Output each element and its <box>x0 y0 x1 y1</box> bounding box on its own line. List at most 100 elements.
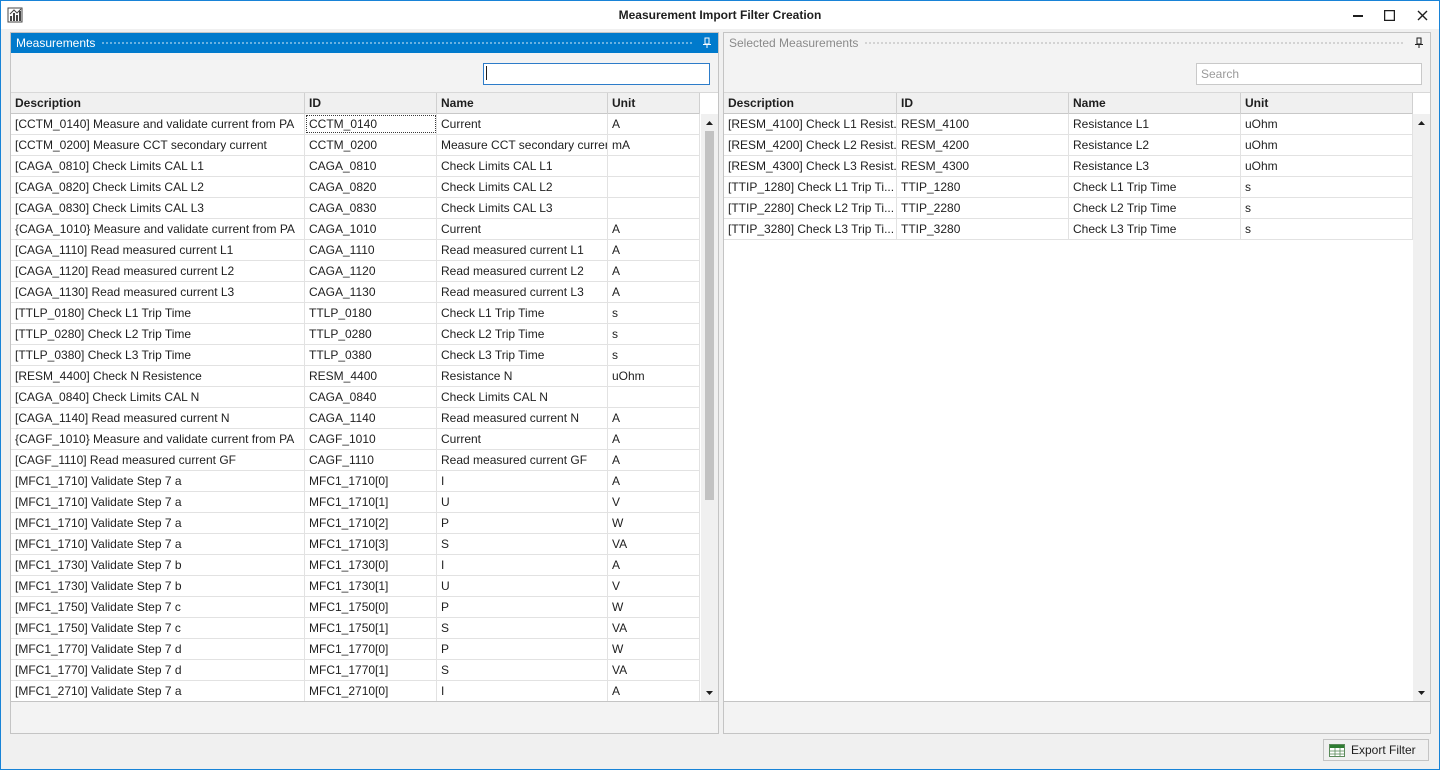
name-cell[interactable]: S <box>437 660 608 680</box>
id-cell[interactable]: TTIP_3280 <box>897 219 1069 239</box>
name-cell[interactable]: S <box>437 534 608 554</box>
name-cell[interactable]: Read measured current L2 <box>437 261 608 281</box>
description-cell[interactable]: [CAGF_1110] Read measured current GF <box>11 450 305 470</box>
id-cell[interactable]: CCTM_0200 <box>305 135 437 155</box>
table-row[interactable]: [TTIP_1280] Check L1 Trip Ti... TTIP_1280… <box>724 177 1413 198</box>
column-header-unit[interactable]: Unit <box>1241 93 1413 114</box>
scroll-down-button[interactable] <box>701 684 718 701</box>
table-row[interactable]: [CCTM_0200] Measure CCT secondary curren… <box>11 135 700 156</box>
unit-cell[interactable]: s <box>608 303 700 323</box>
column-header-description[interactable]: Description <box>11 93 305 114</box>
export-filter-button[interactable]: Export Filter <box>1323 739 1429 761</box>
id-cell[interactable]: CAGF_1110 <box>305 450 437 470</box>
name-cell[interactable]: Resistance N <box>437 366 608 386</box>
table-row[interactable]: [CAGA_0830] Check Limits CAL L3 CAGA_0830… <box>11 198 700 219</box>
table-row[interactable]: [MFC1_1710] Validate Step 7 a MFC1_1710[0… <box>11 471 700 492</box>
name-cell[interactable]: I <box>437 555 608 575</box>
table-row[interactable]: [MFC1_1750] Validate Step 7 c MFC1_1750[0… <box>11 597 700 618</box>
name-cell[interactable]: Check L2 Trip Time <box>437 324 608 344</box>
id-cell[interactable]: CAGA_1130 <box>305 282 437 302</box>
description-cell[interactable]: [CAGA_0810] Check Limits CAL L1 <box>11 156 305 176</box>
id-cell[interactable]: MFC1_1750[1] <box>305 618 437 638</box>
scroll-up-button[interactable] <box>701 114 718 131</box>
scroll-thumb[interactable] <box>705 131 714 500</box>
description-cell[interactable]: [TTLP_0380] Check L3 Trip Time <box>11 345 305 365</box>
id-cell[interactable]: MFC1_1710[3] <box>305 534 437 554</box>
pin-button[interactable] <box>700 36 714 50</box>
table-row[interactable]: [CAGA_1130] Read measured current L3 CAGA… <box>11 282 700 303</box>
unit-cell[interactable]: A <box>608 261 700 281</box>
table-row[interactable]: [MFC1_2710] Validate Step 7 a MFC1_2710[0… <box>11 681 700 701</box>
unit-cell[interactable]: V <box>608 576 700 596</box>
column-header-id[interactable]: ID <box>305 93 437 114</box>
description-cell[interactable]: [RESM_4300] Check L3 Resist... <box>724 156 897 176</box>
table-row[interactable]: [MFC1_1710] Validate Step 7 a MFC1_1710[3… <box>11 534 700 555</box>
table-row[interactable]: [TTIP_3280] Check L3 Trip Ti... TTIP_3280… <box>724 219 1413 240</box>
description-cell[interactable]: [MFC1_1710] Validate Step 7 a <box>11 534 305 554</box>
description-cell[interactable]: [CAGA_0820] Check Limits CAL L2 <box>11 177 305 197</box>
unit-cell[interactable]: W <box>608 513 700 533</box>
maximize-button[interactable] <box>1372 1 1406 29</box>
table-row[interactable]: {CAGF_1010} Measure and validate current… <box>11 429 700 450</box>
id-cell[interactable]: MFC1_1710[2] <box>305 513 437 533</box>
id-cell[interactable]: TTIP_2280 <box>897 198 1069 218</box>
vertical-scrollbar[interactable] <box>701 114 718 701</box>
column-header-name[interactable]: Name <box>1069 93 1241 114</box>
name-cell[interactable]: Read measured current N <box>437 408 608 428</box>
id-cell[interactable]: TTLP_0180 <box>305 303 437 323</box>
table-row[interactable]: [RESM_4200] Check L2 Resist... RESM_4200 R… <box>724 135 1413 156</box>
id-cell[interactable]: RESM_4300 <box>897 156 1069 176</box>
id-cell[interactable]: CAGA_0810 <box>305 156 437 176</box>
unit-cell[interactable] <box>608 198 700 218</box>
id-cell[interactable]: CAGA_0820 <box>305 177 437 197</box>
id-cell[interactable]: MFC1_1770[1] <box>305 660 437 680</box>
name-cell[interactable]: I <box>437 681 608 701</box>
unit-cell[interactable]: uOhm <box>1241 156 1413 176</box>
name-cell[interactable]: Check L2 Trip Time <box>1069 198 1241 218</box>
description-cell[interactable]: [RESM_4100] Check L1 Resist... <box>724 114 897 134</box>
id-cell[interactable]: CAGA_1140 <box>305 408 437 428</box>
unit-cell[interactable]: W <box>608 597 700 617</box>
unit-cell[interactable]: A <box>608 471 700 491</box>
name-cell[interactable]: Measure CCT secondary current <box>437 135 608 155</box>
pin-button[interactable] <box>1412 36 1426 50</box>
description-cell[interactable]: [CAGA_0830] Check Limits CAL L3 <box>11 198 305 218</box>
name-cell[interactable]: Check L3 Trip Time <box>1069 219 1241 239</box>
id-cell[interactable]: CAGA_1010 <box>305 219 437 239</box>
name-cell[interactable]: Read measured current GF <box>437 450 608 470</box>
search-input[interactable] <box>1196 63 1422 85</box>
unit-cell[interactable]: VA <box>608 618 700 638</box>
description-cell[interactable]: [CAGA_1140] Read measured current N <box>11 408 305 428</box>
id-cell[interactable]: MFC1_1730[1] <box>305 576 437 596</box>
unit-cell[interactable]: V <box>608 492 700 512</box>
description-cell[interactable]: [CAGA_1130] Read measured current L3 <box>11 282 305 302</box>
name-cell[interactable]: Check Limits CAL N <box>437 387 608 407</box>
unit-cell[interactable]: uOhm <box>608 366 700 386</box>
vertical-scrollbar[interactable] <box>1413 114 1430 701</box>
description-cell[interactable]: [MFC1_1710] Validate Step 7 a <box>11 471 305 491</box>
unit-cell[interactable]: mA <box>608 135 700 155</box>
name-cell[interactable]: P <box>437 639 608 659</box>
unit-cell[interactable]: uOhm <box>1241 135 1413 155</box>
description-cell[interactable]: [MFC1_1770] Validate Step 7 d <box>11 660 305 680</box>
description-cell[interactable]: [TTIP_1280] Check L1 Trip Ti... <box>724 177 897 197</box>
description-cell[interactable]: [RESM_4400] Check N Resistence <box>11 366 305 386</box>
name-cell[interactable]: Check L1 Trip Time <box>1069 177 1241 197</box>
id-cell[interactable]: RESM_4400 <box>305 366 437 386</box>
unit-cell[interactable]: s <box>608 345 700 365</box>
column-header-description[interactable]: Description <box>724 93 897 114</box>
unit-cell[interactable]: A <box>608 450 700 470</box>
name-cell[interactable]: Check Limits CAL L2 <box>437 177 608 197</box>
table-row[interactable]: [RESM_4100] Check L1 Resist... RESM_4100 R… <box>724 114 1413 135</box>
description-cell[interactable]: [TTIP_2280] Check L2 Trip Ti... <box>724 198 897 218</box>
id-cell[interactable]: MFC1_1770[0] <box>305 639 437 659</box>
table-row[interactable]: [CAGA_1110] Read measured current L1 CAGA… <box>11 240 700 261</box>
name-cell[interactable]: Check L1 Trip Time <box>437 303 608 323</box>
unit-cell[interactable] <box>608 387 700 407</box>
description-cell[interactable]: [MFC1_1750] Validate Step 7 c <box>11 597 305 617</box>
table-row[interactable]: [MFC1_1730] Validate Step 7 b MFC1_1730[1… <box>11 576 700 597</box>
unit-cell[interactable]: W <box>608 639 700 659</box>
table-row[interactable]: [CCTM_0140] Measure and validate current… <box>11 114 700 135</box>
description-cell[interactable]: [CAGA_1110] Read measured current L1 <box>11 240 305 260</box>
table-row[interactable]: [MFC1_1770] Validate Step 7 d MFC1_1770[1… <box>11 660 700 681</box>
